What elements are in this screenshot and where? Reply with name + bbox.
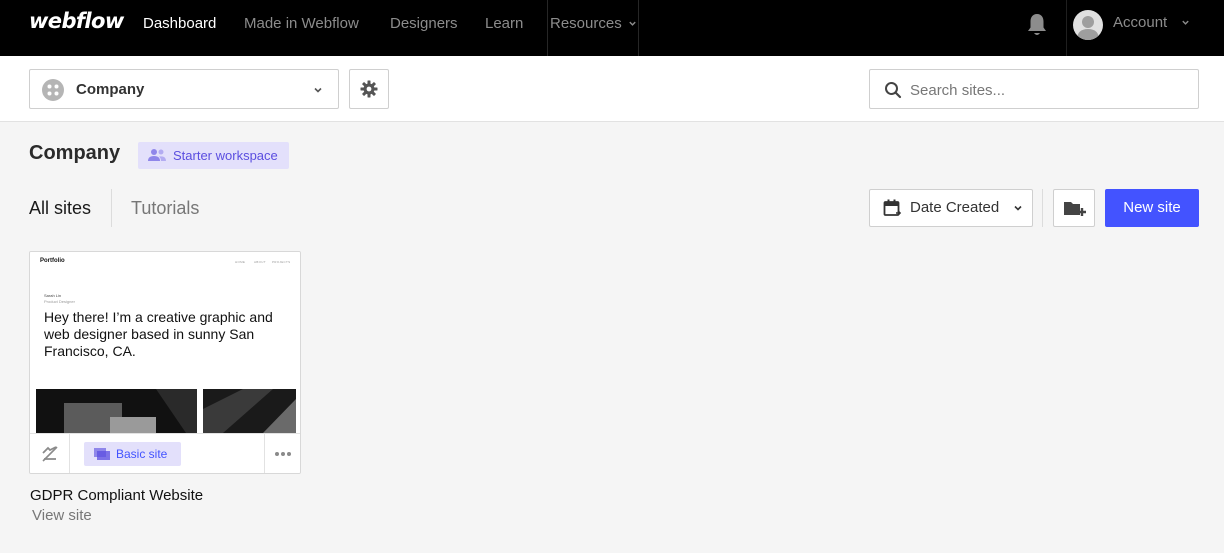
top-nav: webflow Dashboard Made in Webflow Design… — [0, 0, 1224, 56]
thumbnail-logo: Portfolio — [40, 258, 65, 264]
more-icon — [275, 452, 291, 456]
account-menu[interactable]: Account — [1066, 0, 1204, 56]
chevron-down-icon — [314, 87, 322, 93]
toolbar: Company — [0, 56, 1224, 122]
nav-dashboard[interactable]: Dashboard — [143, 15, 216, 32]
folder-add-icon — [1064, 202, 1086, 216]
avatar-icon — [1077, 16, 1099, 40]
nav-resources[interactable]: Resources — [547, 0, 639, 56]
footer-divider — [69, 434, 70, 473]
users-icon — [148, 149, 166, 161]
site-name[interactable]: GDPR Compliant Website — [30, 487, 203, 504]
site-thumbnail[interactable]: Portfolio HOME ABOUT PROJECTS Sarah Lin … — [30, 252, 300, 433]
calendar-icon — [883, 199, 902, 216]
thumbnail-author-role: Product Designer — [44, 299, 75, 304]
chevron-down-icon — [1182, 20, 1189, 25]
site-more-button[interactable] — [265, 434, 300, 473]
new-folder-button[interactable] — [1053, 189, 1095, 227]
workspace-settings-button[interactable] — [349, 69, 389, 109]
workspace-plan-badge[interactable]: Starter workspace — [138, 142, 289, 169]
thumbnail-image — [203, 389, 296, 433]
chevron-down-icon — [629, 21, 636, 26]
unpublished-icon[interactable] — [40, 444, 60, 464]
thumbnail-image — [36, 389, 197, 433]
page-title: Company — [29, 142, 121, 164]
search-input[interactable] — [910, 79, 1190, 101]
nav-made-in-webflow[interactable]: Made in Webflow — [244, 15, 359, 32]
site-card-footer: Basic site — [30, 433, 300, 473]
thumbnail-headline: Hey there! I’m a creative graphic and we… — [44, 309, 273, 359]
site-card[interactable]: Portfolio HOME ABOUT PROJECTS Sarah Lin … — [29, 251, 301, 474]
tab-all-sites[interactable]: All sites — [29, 198, 91, 219]
sort-select[interactable]: Date Created — [869, 189, 1033, 227]
tab-divider — [111, 189, 112, 227]
nav-learn[interactable]: Learn — [485, 15, 523, 32]
tab-tutorials[interactable]: Tutorials — [131, 198, 199, 219]
workspace-select[interactable]: Company — [29, 69, 339, 109]
workspace-icon — [42, 79, 64, 101]
workspace-select-label: Company — [76, 81, 145, 98]
avatar — [1073, 10, 1103, 40]
webflow-logo[interactable]: webflow — [29, 9, 124, 33]
thumbnail-nav-item: ABOUT — [254, 260, 266, 264]
actions-divider — [1042, 189, 1043, 227]
search-icon — [885, 82, 902, 99]
nav-designers[interactable]: Designers — [390, 15, 458, 32]
view-site-link[interactable]: View site — [32, 507, 92, 524]
site-plan-label: Basic site — [116, 447, 168, 461]
nav-resources-label: Resources — [550, 15, 622, 32]
thumbnail-nav-item: PROJECTS — [272, 260, 291, 264]
gear-icon — [360, 80, 378, 98]
chevron-down-icon — [1014, 205, 1022, 211]
new-site-button[interactable]: New site — [1105, 189, 1199, 227]
thumbnail-nav-item: HOME — [235, 260, 246, 264]
search-sites — [869, 69, 1199, 109]
thumbnail-author-name: Sarah Lin — [44, 293, 62, 298]
account-label: Account — [1113, 14, 1168, 31]
plan-icon — [94, 448, 110, 460]
sort-label: Date Created — [910, 199, 1000, 216]
site-plan-badge[interactable]: Basic site — [84, 442, 181, 466]
workspace-plan-label: Starter workspace — [173, 148, 278, 163]
bell-icon[interactable] — [1026, 12, 1048, 38]
